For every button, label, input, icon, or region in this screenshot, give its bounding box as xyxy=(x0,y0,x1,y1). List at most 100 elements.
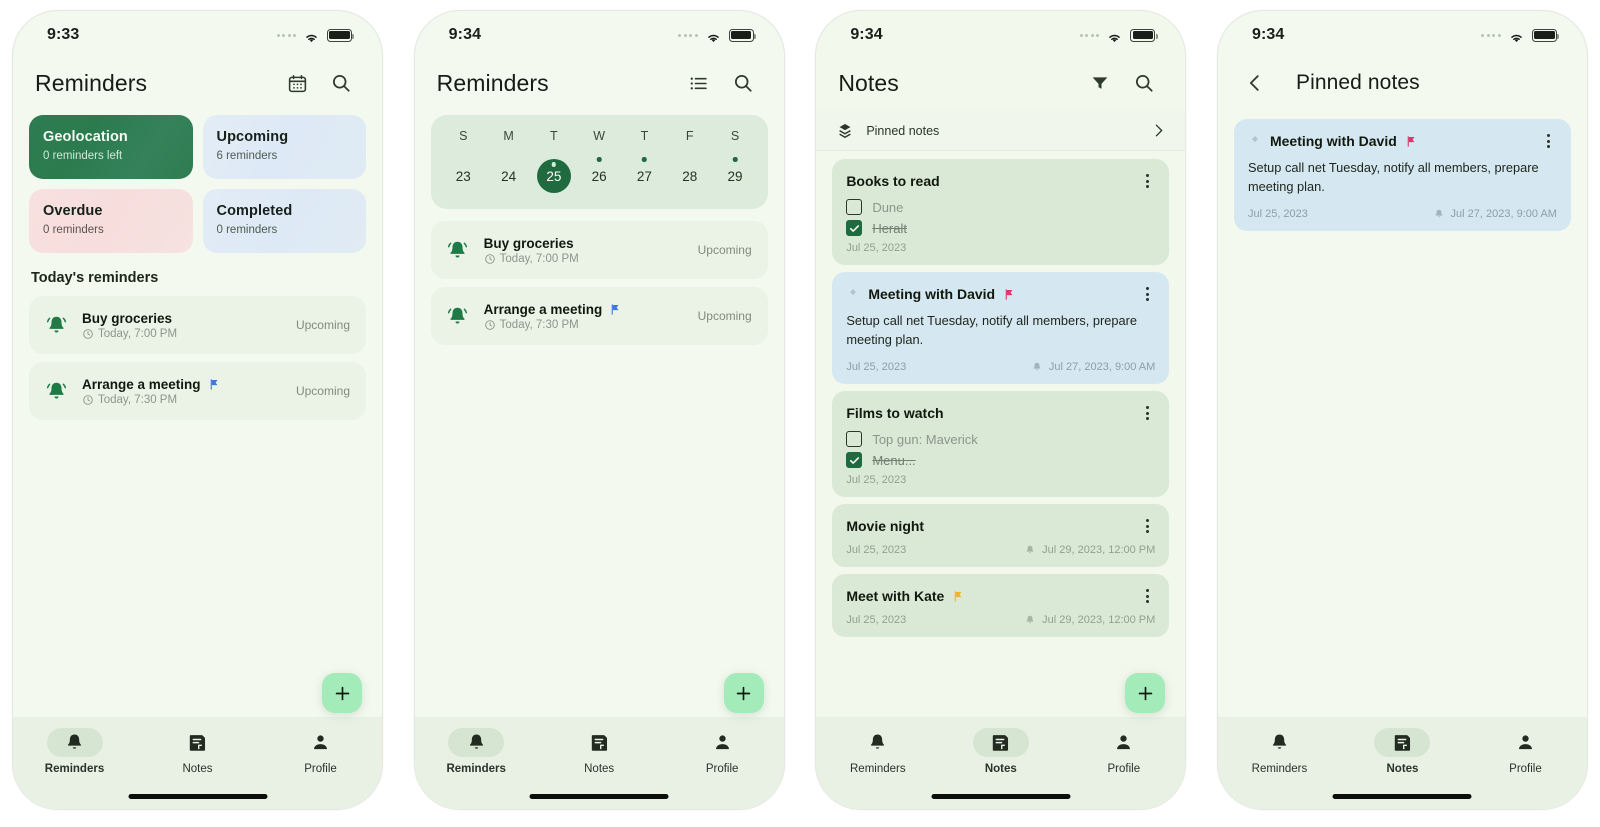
note-header: Meet with Kate xyxy=(846,587,1155,605)
note-card[interactable]: Movie night Jul 25, 2023 Jul 29, 2023, 1… xyxy=(832,504,1170,568)
nav-item-profile[interactable]: Profile xyxy=(259,728,382,775)
note-body: Setup call net Tuesday, notify all membe… xyxy=(1247,160,1539,194)
tile-geo[interactable]: Geolocation 0 reminders left xyxy=(29,115,193,179)
note-menu-button[interactable] xyxy=(1139,404,1155,422)
checkbox[interactable] xyxy=(846,220,863,236)
nav-item-notes[interactable]: Notes xyxy=(1341,728,1464,775)
clock-icon xyxy=(484,319,495,330)
nav-label: Profile xyxy=(1107,763,1141,775)
reminder-main: Arrange a meeting Today, 7:30 PM xyxy=(82,377,283,406)
back-button[interactable] xyxy=(1240,68,1270,98)
status-time: 9:34 xyxy=(1251,26,1285,43)
note-menu-button[interactable] xyxy=(1139,587,1155,605)
signal-dots-icon xyxy=(1481,33,1501,37)
screen-reminders-home: Geolocation 0 reminders left Upcoming 6 … xyxy=(13,111,382,717)
note-menu-button[interactable] xyxy=(1541,132,1557,150)
battery-full-icon xyxy=(1130,28,1158,42)
checklist-item[interactable]: Top gun: Maverick xyxy=(846,431,1155,448)
list-view-button[interactable] xyxy=(684,68,714,98)
reminder-row[interactable]: Buy groceries Today, 7:00 PM Upcoming xyxy=(29,296,366,354)
status-time: 9:33 xyxy=(47,26,80,43)
calendar-event-dot xyxy=(596,157,602,162)
home-indicator xyxy=(931,794,1071,799)
note-date: Jul 25, 2023 xyxy=(846,242,907,254)
note-header: Books to read xyxy=(846,172,1155,190)
note-card[interactable]: Films to watch Top gun: Maverick Menu...… xyxy=(832,391,1170,498)
note-header: Films to watch xyxy=(846,404,1155,422)
calendar-day[interactable]: 26 xyxy=(577,157,622,193)
note-menu-button[interactable] xyxy=(1139,517,1155,535)
reminder-row[interactable]: Arrange a meeting Today, 7:30 PM Upcomin… xyxy=(430,287,768,345)
nav-item-reminders[interactable]: Reminders xyxy=(13,728,136,775)
note-date: Jul 25, 2023 xyxy=(1247,208,1308,221)
note-card[interactable]: Meet with Kate Jul 25, 2023 Jul 29, 2023… xyxy=(832,574,1170,638)
note-menu-button[interactable] xyxy=(1139,285,1155,303)
wifi-icon xyxy=(705,29,722,42)
reminder-row[interactable]: Buy groceries Today, 7:00 PM Upcoming xyxy=(430,221,768,279)
checklist-item[interactable]: Dune xyxy=(846,199,1155,215)
note-menu-button[interactable] xyxy=(1139,172,1155,190)
checkbox[interactable] xyxy=(846,452,863,469)
note-title-text: Meet with Kate xyxy=(846,588,945,605)
checklist-item[interactable]: Menu... xyxy=(846,452,1155,469)
clock-icon xyxy=(82,328,93,339)
tile-count: 0 reminders xyxy=(43,224,104,236)
search-button[interactable] xyxy=(728,68,758,98)
reminder-title: Buy groceries xyxy=(483,235,574,251)
tile-name: Overdue xyxy=(43,203,103,219)
calendar-day[interactable]: 25 xyxy=(531,159,576,193)
checkbox[interactable] xyxy=(846,199,863,215)
nav-item-reminders[interactable]: Reminders xyxy=(415,728,538,775)
nav-item-profile[interactable]: Profile xyxy=(1062,728,1185,775)
nav-item-profile[interactable]: Profile xyxy=(1464,728,1587,775)
note-icon xyxy=(170,728,226,757)
checkbox[interactable] xyxy=(846,431,863,448)
tile-count: 0 reminders left xyxy=(43,150,123,162)
calendar-dow: W xyxy=(593,129,606,143)
nav-item-notes[interactable]: Notes xyxy=(136,728,259,775)
calendar-dow: T xyxy=(640,129,649,143)
page-title: Pinned notes xyxy=(1295,71,1420,94)
pinned-notes-row[interactable]: Pinned notes xyxy=(816,111,1186,151)
nav-item-notes[interactable]: Notes xyxy=(939,728,1062,775)
calendar-day[interactable]: 29 xyxy=(712,157,757,193)
bell-icon xyxy=(1251,728,1307,757)
note-title-text: Films to watch xyxy=(846,405,944,422)
nav-item-reminders[interactable]: Reminders xyxy=(1218,728,1341,775)
add-note-fab[interactable] xyxy=(1125,673,1166,713)
reminder-title: Arrange a meeting xyxy=(82,377,283,392)
calendar-event-dot xyxy=(732,157,738,162)
note-card[interactable]: Meeting with David Setup call net Tuesda… xyxy=(832,272,1170,385)
tile-upcoming[interactable]: Upcoming 6 reminders xyxy=(202,115,366,179)
calendar-day[interactable]: 24 xyxy=(486,159,531,193)
checklist-item[interactable]: Heralt xyxy=(846,220,1155,236)
tile-overdue[interactable]: Overdue 0 reminders xyxy=(29,189,193,253)
calendar-day-number: 29 xyxy=(727,168,743,184)
calendar-day[interactable]: 27 xyxy=(622,157,667,193)
reminder-row[interactable]: Arrange a meeting Today, 7:30 PM Upcomin… xyxy=(29,362,366,420)
person-icon xyxy=(1497,728,1553,757)
calendar-button[interactable] xyxy=(282,68,312,98)
nav-item-profile[interactable]: Profile xyxy=(661,728,784,775)
tile-completed[interactable]: Completed 0 reminders xyxy=(202,189,366,253)
nav-item-notes[interactable]: Notes xyxy=(538,728,661,775)
add-reminder-fab[interactable] xyxy=(723,673,764,713)
add-reminder-fab[interactable] xyxy=(322,673,362,713)
app-bar: Notes xyxy=(816,55,1185,111)
calendar-event-dot xyxy=(551,162,557,167)
page-title: Reminders xyxy=(35,69,148,96)
nav-label: Reminders xyxy=(446,763,506,775)
note-header: Movie night xyxy=(846,517,1155,535)
note-card[interactable]: Books to read Dune Heralt Jul 25, 2023 xyxy=(832,159,1170,265)
checklist-label: Menu... xyxy=(872,452,916,468)
calendar-day-number: 24 xyxy=(501,168,517,184)
calendar-day[interactable]: 23 xyxy=(441,159,486,193)
filter-button[interactable] xyxy=(1085,68,1115,98)
note-card[interactable]: Meeting with David Setup call net Tuesda… xyxy=(1233,119,1571,232)
calendar-dow: T xyxy=(550,129,558,143)
search-button[interactable] xyxy=(326,68,356,98)
calendar-days-row: 23 24 25 26 27 28 29 xyxy=(441,157,758,193)
nav-item-reminders[interactable]: Reminders xyxy=(816,728,939,775)
calendar-day[interactable]: 28 xyxy=(667,159,712,193)
search-button[interactable] xyxy=(1129,68,1159,98)
